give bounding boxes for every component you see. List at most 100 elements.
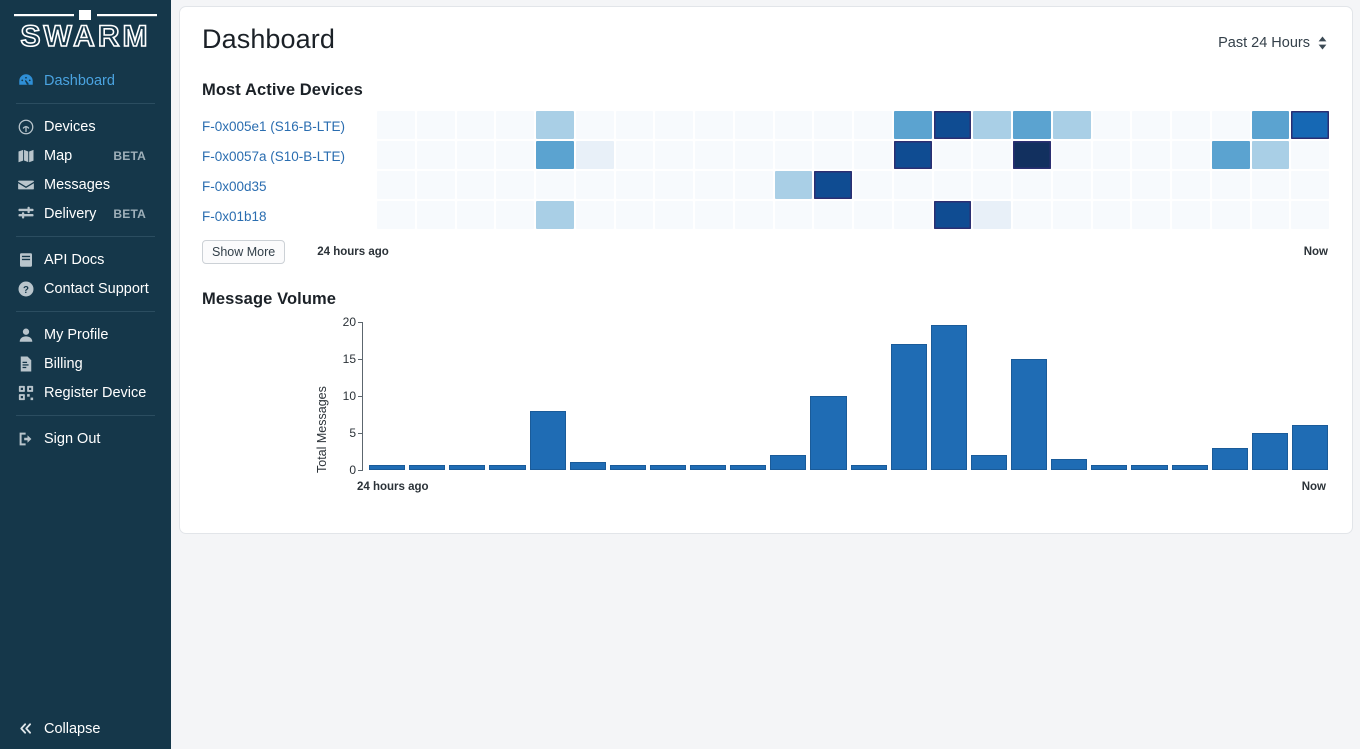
heatmap-cell[interactable]: [814, 140, 852, 169]
heatmap-cell[interactable]: [933, 140, 972, 169]
heatmap-cell[interactable]: [1211, 110, 1250, 139]
heatmap-cell[interactable]: [933, 110, 972, 139]
heatmap-cell[interactable]: [1172, 200, 1210, 229]
heatmap-cell[interactable]: [1052, 170, 1091, 199]
heatmap-cell[interactable]: [734, 140, 773, 169]
sidebar-item-my-profile[interactable]: My Profile: [0, 320, 171, 349]
bar[interactable]: [609, 464, 646, 470]
heatmap-cell[interactable]: [655, 200, 693, 229]
heatmap-cell[interactable]: [814, 200, 852, 229]
heatmap-cell[interactable]: [854, 140, 892, 169]
heatmap-cell[interactable]: [456, 170, 495, 199]
heatmap-cell[interactable]: [456, 140, 495, 169]
sidebar-item-billing[interactable]: Billing: [0, 349, 171, 378]
heatmap-cell[interactable]: [536, 110, 574, 139]
heatmap-cell[interactable]: [774, 140, 813, 169]
sidebar-item-devices[interactable]: Devices: [0, 112, 171, 141]
heatmap-cell[interactable]: [1172, 140, 1210, 169]
heatmap-cell[interactable]: [893, 110, 932, 139]
heatmap-cell[interactable]: [416, 170, 455, 199]
heatmap-cell[interactable]: [1013, 200, 1051, 229]
heatmap-cell[interactable]: [973, 170, 1011, 199]
heatmap-cell[interactable]: [1172, 110, 1210, 139]
heatmap-cell[interactable]: [1013, 170, 1051, 199]
heatmap-cell[interactable]: [536, 200, 574, 229]
heatmap-cell[interactable]: [536, 170, 574, 199]
heatmap-cell[interactable]: [377, 200, 415, 229]
heatmap-cell[interactable]: [1092, 200, 1131, 229]
heatmap-cell[interactable]: [575, 140, 614, 169]
heatmap-cell[interactable]: [933, 170, 972, 199]
heatmap-cell[interactable]: [456, 110, 495, 139]
bar[interactable]: [1091, 464, 1128, 470]
sidebar-item-contact-support[interactable]: ? Contact Support: [0, 274, 171, 303]
heatmap-cell[interactable]: [1211, 140, 1250, 169]
heatmap-cell[interactable]: [774, 200, 813, 229]
heatmap-cell[interactable]: [814, 110, 852, 139]
bar[interactable]: [810, 395, 847, 470]
heatmap-cell[interactable]: [1251, 200, 1290, 229]
heatmap-cell[interactable]: [615, 140, 654, 169]
heatmap-cell[interactable]: [893, 140, 932, 169]
heatmap-cell[interactable]: [615, 200, 654, 229]
heatmap-cell[interactable]: [1251, 170, 1290, 199]
time-range-selector[interactable]: Past 24 Hours: [1218, 35, 1328, 51]
heatmap-cell[interactable]: [1092, 170, 1131, 199]
heatmap-cell[interactable]: [774, 170, 813, 199]
heatmap-cell[interactable]: [695, 140, 733, 169]
heatmap-cell[interactable]: [933, 200, 972, 229]
heatmap-cell[interactable]: [1132, 170, 1170, 199]
heatmap-cell[interactable]: [814, 170, 852, 199]
bar[interactable]: [850, 464, 887, 470]
heatmap-cell[interactable]: [973, 140, 1011, 169]
bar[interactable]: [1171, 464, 1208, 470]
bar[interactable]: [569, 462, 606, 470]
heatmap-cell[interactable]: [1291, 140, 1329, 169]
show-more-button[interactable]: Show More: [202, 239, 286, 264]
heatmap-cell[interactable]: [575, 110, 614, 139]
heatmap-cell[interactable]: [615, 110, 654, 139]
heatmap-cell[interactable]: [973, 200, 1011, 229]
heatmap-cell[interactable]: [854, 200, 892, 229]
heatmap-cell[interactable]: [615, 170, 654, 199]
heatmap-cell[interactable]: [1052, 140, 1091, 169]
heatmap-cell[interactable]: [734, 110, 773, 139]
heatmap-cell[interactable]: [416, 140, 455, 169]
heatmap-cell[interactable]: [416, 110, 455, 139]
sidebar-item-api-docs[interactable]: API Docs: [0, 245, 171, 274]
brand-logo[interactable]: SWARM: [0, 0, 171, 52]
device-link[interactable]: F-0x005e1 (S16-B-LTE): [202, 112, 376, 142]
heatmap-cell[interactable]: [655, 140, 693, 169]
heatmap-cell[interactable]: [496, 110, 534, 139]
heatmap-cell[interactable]: [1132, 200, 1170, 229]
heatmap-cell[interactable]: [416, 200, 455, 229]
bar[interactable]: [1211, 447, 1248, 470]
bar[interactable]: [890, 343, 927, 470]
bar[interactable]: [449, 464, 486, 470]
bar[interactable]: [529, 410, 566, 470]
bar[interactable]: [1251, 432, 1288, 470]
heatmap-cell[interactable]: [695, 110, 733, 139]
sidebar-item-dashboard[interactable]: Dashboard: [0, 66, 171, 95]
heatmap-cell[interactable]: [854, 170, 892, 199]
device-link[interactable]: F-0x0057a (S10-B-LTE): [202, 142, 376, 172]
heatmap-cell[interactable]: [1251, 140, 1290, 169]
sidebar-item-map[interactable]: Map BETA: [0, 141, 171, 170]
heatmap-cell[interactable]: [1052, 200, 1091, 229]
heatmap-cell[interactable]: [1013, 140, 1051, 169]
heatmap-cell[interactable]: [496, 200, 534, 229]
bar[interactable]: [1051, 458, 1088, 470]
heatmap-cell[interactable]: [496, 170, 534, 199]
heatmap-cell[interactable]: [1251, 110, 1290, 139]
bar[interactable]: [649, 464, 686, 470]
heatmap-cell[interactable]: [655, 170, 693, 199]
heatmap-cell[interactable]: [1092, 110, 1131, 139]
heatmap-cell[interactable]: [1013, 110, 1051, 139]
heatmap-cell[interactable]: [695, 200, 733, 229]
sidebar-item-messages[interactable]: Messages: [0, 170, 171, 199]
heatmap-cell[interactable]: [575, 200, 614, 229]
heatmap-cell[interactable]: [1211, 200, 1250, 229]
heatmap-cell[interactable]: [734, 170, 773, 199]
bar[interactable]: [690, 464, 727, 470]
heatmap-cell[interactable]: [1092, 140, 1131, 169]
